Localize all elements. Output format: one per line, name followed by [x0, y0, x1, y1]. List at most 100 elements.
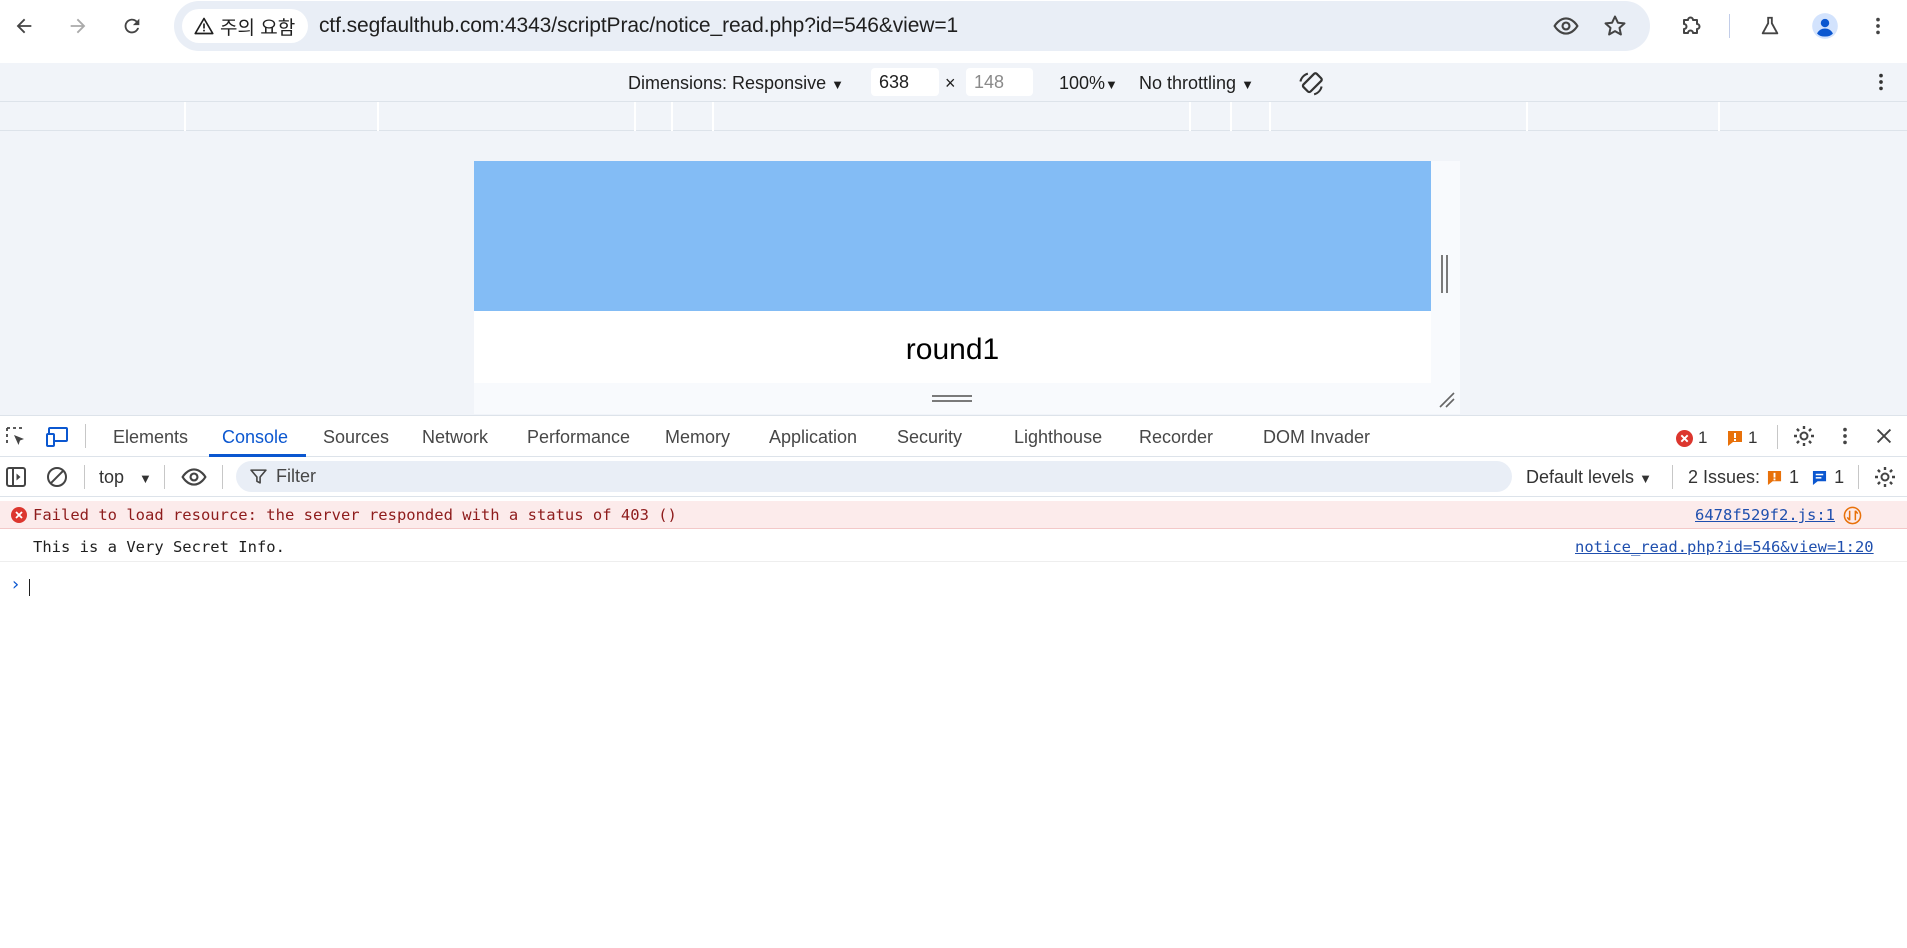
rotate-button[interactable] [1296, 69, 1326, 104]
device-toolbar-more-button[interactable] [1870, 71, 1892, 98]
device-toolbar: Dimensions: Responsive ▼ 638 × 148 100%▼… [0, 63, 1907, 102]
caret-down-icon: ▼ [1105, 77, 1118, 92]
tab-sources[interactable]: Sources [323, 427, 389, 448]
bottom-resize-handle[interactable] [474, 383, 1431, 414]
console-settings-button[interactable] [1873, 465, 1897, 494]
width-input[interactable]: 638 [871, 68, 939, 96]
ruler-tick [1189, 102, 1191, 131]
security-chip[interactable]: 주의 요함 [182, 9, 309, 43]
devtools-close-button[interactable] [1873, 425, 1895, 452]
tab-memory[interactable]: Memory [665, 427, 730, 448]
devtools-more-button[interactable] [1834, 425, 1856, 452]
console-output: Failed to load resource: the server resp… [0, 497, 1907, 948]
back-icon [16, 18, 32, 34]
clear-console-button[interactable] [45, 465, 69, 494]
page-title: round1 [905, 333, 1000, 366]
profile-button[interactable] [1807, 8, 1843, 44]
divider [84, 465, 85, 489]
warning-icon [1767, 470, 1782, 485]
inspect-icon [6, 427, 24, 445]
reload-button[interactable] [114, 8, 150, 44]
devtools-tabbar: Elements Console Sources Network Perform… [0, 415, 1907, 457]
block-icon [47, 467, 67, 487]
zoom-dropdown[interactable]: 100%▼ [1059, 73, 1118, 94]
console-prompt-icon: › [10, 574, 21, 595]
forward-button[interactable] [60, 8, 96, 44]
tab-dom-invader[interactable]: DOM Invader [1263, 427, 1370, 448]
network-request-icon[interactable] [1843, 506, 1862, 525]
tab-application[interactable]: Application [769, 427, 857, 448]
media-query-ruler[interactable] [0, 102, 1907, 131]
ruler-tick [1230, 102, 1232, 131]
warning-counter[interactable]: 1 [1727, 428, 1757, 448]
browser-menu-button[interactable] [1860, 8, 1896, 44]
caret-down-icon: ▼ [1241, 77, 1254, 92]
close-icon [1876, 428, 1892, 444]
filter-input[interactable]: Filter [236, 461, 1512, 492]
star-icon [1604, 15, 1626, 36]
tab-recorder[interactable]: Recorder [1139, 427, 1213, 448]
divider [222, 465, 223, 489]
error-source-link[interactable]: 6478f529f2.js:1 [1695, 506, 1835, 524]
live-expression-button[interactable] [180, 464, 208, 495]
url-text[interactable]: ctf.segfaulthub.com:4343/scriptPrac/noti… [319, 14, 958, 38]
error-icon [11, 507, 27, 523]
right-resize-handle[interactable] [1431, 161, 1460, 414]
divider [1777, 425, 1778, 449]
ruler-tick [184, 102, 186, 131]
corner-resize-handle[interactable] [1436, 389, 1456, 414]
extensions-button[interactable] [1673, 8, 1709, 44]
ruler-tick [671, 102, 673, 131]
throttling-dropdown[interactable]: No throttling ▼ [1139, 73, 1254, 94]
more-icon [1879, 73, 1883, 91]
error-counter[interactable]: 1 [1676, 428, 1707, 448]
labs-button[interactable] [1752, 8, 1788, 44]
device-toggle-button[interactable] [45, 425, 71, 454]
sidebar-icon [6, 467, 26, 487]
console-message-log[interactable]: This is a Very Secret Info. notice_read.… [0, 530, 1907, 562]
ruler-tick [712, 102, 714, 131]
rotate-icon [1299, 72, 1323, 96]
back-button[interactable] [6, 8, 42, 44]
address-bar[interactable]: 주의 요함 ctf.segfaulthub.com:4343/scriptPra… [174, 1, 1650, 51]
issues-button[interactable]: 2 Issues: 1 1 [1688, 467, 1844, 488]
context-selector[interactable]: top ▼ [99, 467, 152, 488]
info-icon [1813, 470, 1827, 485]
device-frame[interactable]: round1 [474, 161, 1431, 384]
inspect-element-button[interactable] [4, 425, 28, 454]
console-message-error[interactable]: Failed to load resource: the server resp… [0, 501, 1907, 529]
forward-icon [70, 18, 86, 34]
log-levels-dropdown[interactable]: Default levels ▼ [1526, 467, 1652, 488]
tab-network[interactable]: Network [422, 427, 488, 448]
tab-security[interactable]: Security [897, 427, 962, 448]
bookmark-button[interactable] [1597, 8, 1633, 44]
devtools-settings-button[interactable] [1792, 424, 1816, 453]
dimensions-dropdown[interactable]: Dimensions: Responsive ▼ [628, 73, 844, 94]
divider [85, 424, 86, 448]
grip-line [932, 395, 972, 397]
log-source-link[interactable]: notice_read.php?id=546&view=1:20 [1575, 538, 1874, 556]
ruler-tick [634, 102, 636, 131]
labs-icon [1761, 16, 1779, 35]
tab-console[interactable]: Console [222, 427, 288, 448]
profile-icon [1812, 13, 1838, 39]
tab-elements[interactable]: Elements [113, 427, 188, 448]
eye-button[interactable] [1548, 8, 1584, 44]
filter-icon [250, 469, 267, 484]
gear-icon [1794, 426, 1814, 446]
warning-icon [194, 17, 214, 35]
caret-down-icon: ▼ [139, 471, 152, 486]
filter-placeholder: Filter [276, 466, 316, 486]
gear-icon [1875, 467, 1895, 487]
ruler-tick [1718, 102, 1720, 131]
console-input-caret[interactable] [29, 579, 30, 596]
tab-lighthouse[interactable]: Lighthouse [1014, 427, 1102, 448]
caret-down-icon: ▼ [1639, 471, 1652, 486]
security-chip-label: 주의 요함 [220, 17, 296, 39]
sidebar-toggle-button[interactable] [4, 465, 28, 494]
ruler-tick [377, 102, 379, 131]
height-input[interactable]: 148 [966, 68, 1033, 96]
browser-toolbar: 주의 요함 ctf.segfaulthub.com:4343/scriptPra… [0, 0, 1907, 52]
eye-icon [1553, 17, 1579, 35]
tab-performance[interactable]: Performance [527, 427, 630, 448]
